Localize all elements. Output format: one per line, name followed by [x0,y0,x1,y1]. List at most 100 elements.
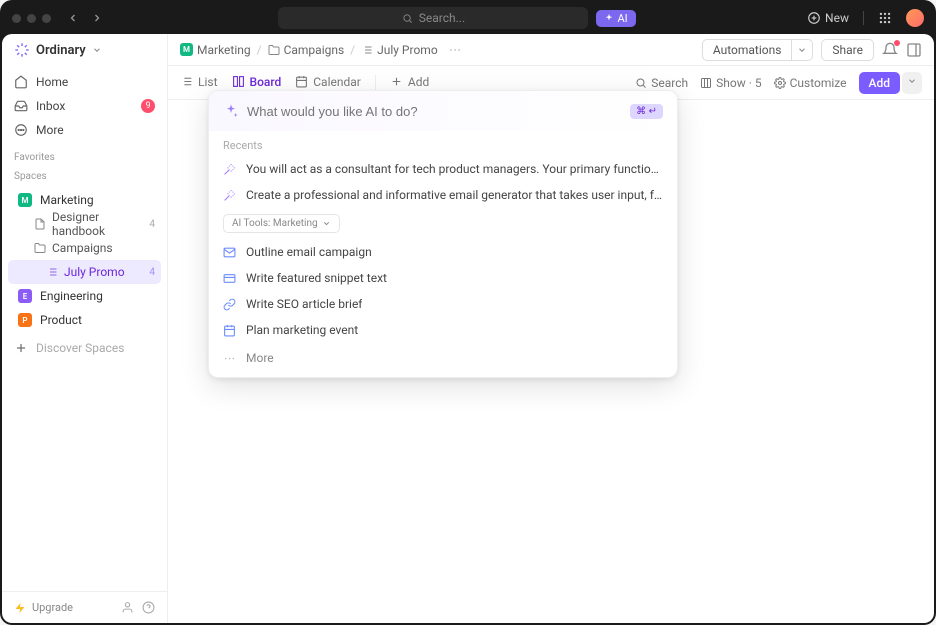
nav-more[interactable]: More [8,118,161,142]
card-icon [223,272,236,285]
ai-item-text: Write featured snippet text [246,271,387,285]
space-name: Engineering [40,289,103,303]
add-task-dropdown[interactable] [902,72,922,94]
sparkle-icon [604,13,614,23]
space-name: Product [40,313,82,327]
tab-label: Board [250,75,282,89]
nav-label: Home [36,75,68,89]
automations-button[interactable]: Automations [702,39,792,61]
user-avatar[interactable] [906,9,924,27]
calendar-icon [223,324,236,337]
folder-campaigns[interactable]: Campaigns [8,236,161,260]
space-product[interactable]: P Product [8,308,161,332]
favorites-label: Favorites [2,146,167,165]
breadcrumb-space[interactable]: M Marketing [180,43,251,57]
tab-label: Calendar [313,75,361,89]
workspace-switcher[interactable]: Ordinary [2,34,167,66]
settings-icon [774,77,786,89]
nav-label: More [36,123,64,137]
close-window[interactable] [12,14,21,23]
panel-toggle-icon[interactable] [906,42,922,58]
user-icon[interactable] [121,601,134,614]
workspace-logo-icon [14,42,30,58]
show-button[interactable]: Show · 5 [700,76,761,90]
link-icon [223,298,236,311]
ai-item-text: Plan marketing event [246,323,358,337]
back-button[interactable] [63,8,83,28]
ai-item-text: Create a professional and informative em… [246,188,663,202]
sidebar-footer: Upgrade [2,591,167,623]
upgrade-link[interactable]: Upgrade [32,601,73,614]
mail-icon [223,246,236,259]
wand-icon [223,189,236,202]
folder-icon [268,44,280,56]
ai-tool-item[interactable]: Write SEO article brief [209,291,677,317]
ai-panel: ⌘ ↵ Recents You will act as a consultant… [208,90,678,378]
search-view-button[interactable]: Search [635,76,688,90]
breadcrumb-list[interactable]: July Promo [361,43,438,57]
list-july-promo[interactable]: July Promo 4 [8,260,161,284]
tab-label: List [198,75,218,89]
search-icon [635,77,647,89]
list-icon [46,266,58,278]
nav-home[interactable]: Home [8,70,161,94]
discover-spaces[interactable]: Discover Spaces [8,336,161,360]
ai-tool-item[interactable]: Plan marketing event [209,317,677,343]
ai-item-text: Outline email campaign [246,245,372,259]
ai-tools-selector[interactable]: AI Tools: Marketing [223,214,340,233]
minimize-window[interactable] [27,14,36,23]
discover-label: Discover Spaces [36,341,124,355]
ai-recent-item[interactable]: Create a professional and informative em… [209,182,677,208]
new-button[interactable]: New [807,11,849,25]
spaces-label: Spaces [2,165,167,184]
wand-icon [223,163,236,176]
nav-label: Inbox [36,99,65,113]
space-marketing[interactable]: M Marketing [8,188,161,212]
nav-inbox[interactable]: Inbox 9 [8,94,161,118]
ai-item-text: You will act as a consultant for tech pr… [246,162,663,176]
breadcrumb-label: July Promo [377,43,438,57]
apps-icon[interactable] [878,11,892,25]
breadcrumb-label: Campaigns [284,43,345,57]
breadcrumb-label: Marketing [197,43,251,57]
ai-more-button[interactable]: More [209,343,677,377]
folder-icon [34,242,46,254]
ai-label: AI [617,12,627,25]
history-nav [63,8,107,28]
add-task-button[interactable]: Add [859,72,900,94]
breadcrumb-bar: M Marketing / Campaigns / July Promo [168,34,934,66]
notification-dot [894,40,900,46]
sidebar: Ordinary Home Inbox 9 More [2,34,168,623]
space-badge: E [18,289,32,303]
recents-label: Recents [209,131,677,156]
folder-designer-handbook[interactable]: Designer handbook 4 [8,212,161,236]
window-controls [12,14,51,23]
global-search[interactable]: Search... [278,7,588,29]
tree-label: Campaigns [52,241,113,255]
ai-prompt-input[interactable] [247,104,622,119]
search-icon [402,13,413,24]
more-horizontal-icon [14,123,28,137]
help-icon[interactable] [142,601,155,614]
space-engineering[interactable]: E Engineering [8,284,161,308]
customize-button[interactable]: Customize [774,76,847,90]
more-options-icon[interactable] [448,43,462,57]
ai-tool-item[interactable]: Outline email campaign [209,239,677,265]
space-badge: M [180,43,193,56]
share-button[interactable]: Share [821,39,874,61]
more-horizontal-icon [223,352,236,365]
maximize-window[interactable] [42,14,51,23]
ai-button[interactable]: AI [596,10,635,27]
space-name: Marketing [40,193,94,207]
chevron-down-icon [797,45,807,55]
breadcrumb-separator: / [257,43,262,57]
inbox-icon [14,99,28,113]
ai-recent-item[interactable]: You will act as a consultant for tech pr… [209,156,677,182]
automations-dropdown[interactable] [791,39,813,61]
forward-button[interactable] [87,8,107,28]
space-badge: M [18,193,32,207]
ai-tool-item[interactable]: Write featured snippet text [209,265,677,291]
notifications-button[interactable] [882,42,898,58]
lightning-icon [14,602,26,614]
breadcrumb-folder[interactable]: Campaigns [268,43,345,57]
